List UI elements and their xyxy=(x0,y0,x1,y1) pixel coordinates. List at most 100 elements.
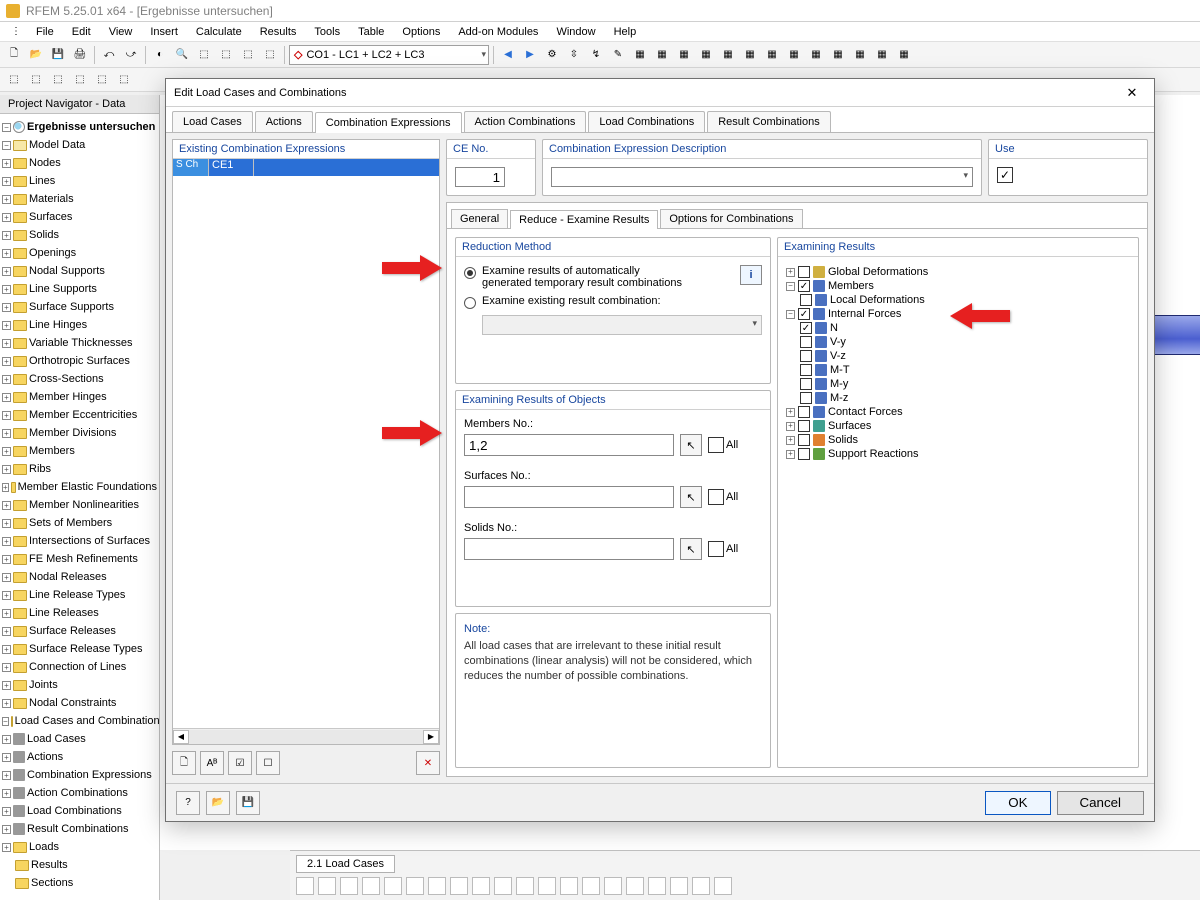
nav-item[interactable]: Line Release Types xyxy=(29,589,125,601)
tree-expand-icon[interactable]: + xyxy=(2,681,11,690)
tree-contact-forces[interactable]: Contact Forces xyxy=(828,406,903,418)
ce-description-input[interactable] xyxy=(551,167,973,187)
table-icon[interactable] xyxy=(318,877,336,895)
tree-expand-icon[interactable]: + xyxy=(2,339,11,348)
menu-view[interactable]: View xyxy=(101,25,141,39)
menu-insert[interactable]: Insert xyxy=(142,25,186,39)
radio-examine-existing[interactable] xyxy=(464,297,476,309)
nav-prev-icon[interactable]: ◀ xyxy=(498,45,518,65)
tree-expand-icon[interactable]: + xyxy=(2,213,11,222)
ok-button[interactable]: OK xyxy=(985,791,1050,815)
tree-if-mz[interactable]: M-z xyxy=(830,392,848,404)
nav-item[interactable]: Load Combinations xyxy=(27,805,122,817)
table-icon[interactable] xyxy=(626,877,644,895)
save-settings-button[interactable]: 💾 xyxy=(236,791,260,815)
nav-item[interactable]: Member Eccentricities xyxy=(29,409,137,421)
sort-button[interactable]: Aᴮ xyxy=(200,751,224,775)
navigator-tree[interactable]: −Ergebnisse untersuchen −Model Data +Nod… xyxy=(0,114,159,896)
toolbar-icon[interactable]: 📂 xyxy=(26,45,46,65)
tree-internal-forces[interactable]: Internal Forces xyxy=(828,308,901,320)
nav-item[interactable]: Member Nonlinearities xyxy=(29,499,139,511)
tree-if-vz[interactable]: V-z xyxy=(830,350,846,362)
tree-expand-icon[interactable]: + xyxy=(2,699,11,708)
nav-item[interactable]: Variable Thicknesses xyxy=(29,337,133,349)
tree-expand-icon[interactable]: + xyxy=(2,627,11,636)
tree-collapse-icon[interactable]: − xyxy=(2,141,11,150)
tree-checkbox[interactable] xyxy=(800,392,812,404)
table-tab[interactable]: 2.1 Load Cases xyxy=(296,855,395,873)
tree-expand-icon[interactable]: + xyxy=(2,393,11,402)
toolbar-icon[interactable]: ⬚ xyxy=(216,45,236,65)
tree-expand-icon[interactable]: + xyxy=(786,450,795,459)
toolbar-icon[interactable]: ⬚ xyxy=(260,45,280,65)
tree-checkbox[interactable] xyxy=(800,322,812,334)
check-button[interactable]: ☑ xyxy=(228,751,252,775)
tree-checkbox[interactable] xyxy=(798,420,810,432)
load-combo-selector[interactable]: ◇ CO1 - LC1 + LC2 + LC3 xyxy=(289,45,489,65)
tree-expand-icon[interactable]: + xyxy=(2,267,11,276)
nav-item[interactable]: Surface Supports xyxy=(29,301,114,313)
scroll-right-icon[interactable]: ▶ xyxy=(423,730,439,744)
table-icon[interactable] xyxy=(604,877,622,895)
nav-item[interactable]: Members xyxy=(29,445,75,457)
pick-surfaces-button[interactable]: ↖ xyxy=(680,486,702,508)
toolbar-icon[interactable]: ⬚ xyxy=(4,70,24,90)
toolbar-icon[interactable]: ⬚ xyxy=(70,70,90,90)
surfaces-no-input[interactable] xyxy=(464,486,674,508)
nav-item[interactable]: Surface Releases xyxy=(29,625,116,637)
nav-item[interactable]: Member Divisions xyxy=(29,427,116,439)
menu-file[interactable]: File xyxy=(28,25,62,39)
nav-item[interactable]: Connection of Lines xyxy=(29,661,126,673)
tree-collapse-icon[interactable]: − xyxy=(786,282,795,291)
nav-item[interactable]: Solids xyxy=(29,229,59,241)
tree-checkbox[interactable] xyxy=(798,448,810,460)
menu-table[interactable]: Table xyxy=(350,25,392,39)
tree-expand-icon[interactable]: + xyxy=(2,591,11,600)
table-icon[interactable] xyxy=(516,877,534,895)
nav-next-icon[interactable]: ▶ xyxy=(520,45,540,65)
toolbar-icon[interactable]: ▦ xyxy=(718,45,738,65)
tree-surfaces[interactable]: Surfaces xyxy=(828,420,871,432)
tree-collapse-icon[interactable]: − xyxy=(2,717,9,726)
nav-item[interactable]: Member Elastic Foundations xyxy=(18,481,157,493)
nav-item[interactable]: Intersections of Surfaces xyxy=(29,535,150,547)
surfaces-all-checkbox[interactable] xyxy=(708,489,724,505)
nav-loads[interactable]: Loads xyxy=(29,841,59,853)
menu-calculate[interactable]: Calculate xyxy=(188,25,250,39)
nav-item[interactable]: Materials xyxy=(29,193,74,205)
table-icon[interactable] xyxy=(494,877,512,895)
toolbar-icon[interactable]: ⚙ xyxy=(542,45,562,65)
radio-examine-auto[interactable] xyxy=(464,267,476,279)
toolbar-icon[interactable]: ⬚ xyxy=(238,45,258,65)
tree-expand-icon[interactable]: + xyxy=(2,375,11,384)
tree-if-vy[interactable]: V-y xyxy=(830,336,846,348)
toolbar-icon[interactable]: ▦ xyxy=(850,45,870,65)
table-icon[interactable] xyxy=(582,877,600,895)
pick-members-button[interactable]: ↖ xyxy=(680,434,702,456)
tree-expand-icon[interactable]: + xyxy=(2,645,11,654)
pick-solids-button[interactable]: ↖ xyxy=(680,538,702,560)
tree-checkbox[interactable] xyxy=(800,364,812,376)
toolbar-icon[interactable]: ▦ xyxy=(872,45,892,65)
tree-expand-icon[interactable]: + xyxy=(2,321,11,330)
nav-item[interactable]: Ribs xyxy=(29,463,51,475)
delete-expression-button[interactable]: ✕ xyxy=(416,751,440,775)
tree-expand-icon[interactable]: + xyxy=(786,436,795,445)
tree-if-n[interactable]: N xyxy=(830,322,838,334)
toolbar-icon[interactable]: 🖨 xyxy=(70,45,90,65)
table-icon[interactable] xyxy=(406,877,424,895)
nav-item[interactable]: Load Cases xyxy=(27,733,86,745)
nav-item[interactable]: Nodal Constraints xyxy=(29,697,116,709)
toolbar-icon[interactable]: 🔍 xyxy=(172,45,192,65)
expression-row[interactable]: S Ch CE1 xyxy=(173,159,439,176)
inner-tab-general[interactable]: General xyxy=(451,209,508,228)
toolbar-icon[interactable]: ▦ xyxy=(630,45,650,65)
tree-expand-icon[interactable]: + xyxy=(2,159,11,168)
nav-item[interactable]: Member Hinges xyxy=(29,391,107,403)
table-icon[interactable] xyxy=(560,877,578,895)
table-icon[interactable] xyxy=(670,877,688,895)
menu-window[interactable]: Window xyxy=(548,25,603,39)
tree-checkbox[interactable] xyxy=(800,294,812,306)
tree-local-def[interactable]: Local Deformations xyxy=(830,294,925,306)
table-icon[interactable] xyxy=(692,877,710,895)
